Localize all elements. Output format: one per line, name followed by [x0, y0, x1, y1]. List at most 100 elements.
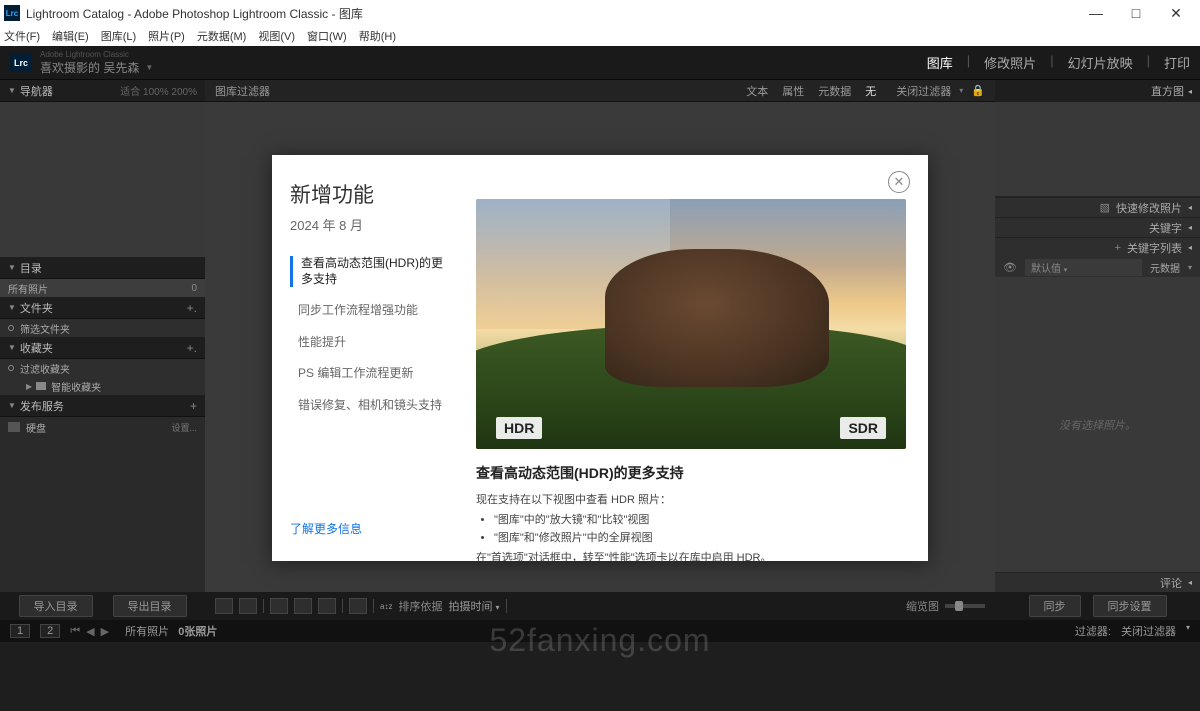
monitor-2-button[interactable]: 2 [40, 624, 60, 638]
filter-text[interactable]: 文本 [746, 83, 768, 99]
add-collection-button[interactable]: +. [187, 341, 197, 355]
publish-header[interactable]: ▼ 发布服务 + [0, 395, 205, 417]
dropdown-icon[interactable]: ▾ [1186, 623, 1190, 639]
loupe-view-button[interactable] [239, 598, 257, 614]
publish-settings-link[interactable]: 设置... [171, 421, 197, 434]
keywords-header[interactable]: 关键字 ◂ [995, 217, 1200, 237]
sort-direction-icon[interactable]: a↕z [380, 602, 392, 611]
window-minimize-button[interactable]: — [1076, 5, 1116, 21]
navigator-body [0, 102, 205, 257]
window-maximize-button[interactable]: □ [1116, 5, 1156, 21]
module-slideshow[interactable]: 幻灯片放映 [1068, 53, 1133, 72]
nav-first-icon[interactable]: ⏮ [70, 625, 80, 638]
add-icon[interactable]: + [1115, 242, 1121, 254]
compare-view-button[interactable] [270, 598, 288, 614]
nav-item-perf[interactable]: 性能提升 [290, 335, 448, 351]
navigator-header[interactable]: ▼ 导航器 适合 100% 200% [0, 80, 205, 102]
import-button[interactable]: 导入目录 [19, 595, 93, 617]
keyword-list-title: 关键字列表 [1127, 240, 1182, 256]
filter-none[interactable]: 无 [865, 83, 876, 99]
identity-plate[interactable]: 喜欢摄影的 吴先森 [40, 59, 139, 76]
thumbnail-slider[interactable] [945, 604, 985, 608]
nav-item-sync[interactable]: 同步工作流程增强功能 [290, 303, 448, 319]
quick-develop-header[interactable]: ▧ 快速修改照片 ◂ [995, 197, 1200, 217]
sync-button[interactable]: 同步 [1029, 595, 1081, 617]
disclosure-icon: ◂ [1188, 243, 1192, 252]
menu-metadata[interactable]: 元数据(M) [197, 28, 247, 44]
learn-more-link[interactable]: 了解更多信息 [290, 520, 448, 537]
module-print[interactable]: 打印 [1164, 53, 1190, 72]
histogram-body [995, 102, 1200, 197]
dialog-close-button[interactable]: ✕ [888, 171, 910, 193]
export-button[interactable]: 导出目录 [113, 595, 187, 617]
dialog-sidebar: 新增功能 2024 年 8 月 查看高动态范围(HDR)的更多支持 同步工作流程… [272, 155, 466, 561]
add-folder-button[interactable]: +. [187, 301, 197, 315]
sync-settings-button[interactable]: 同步设置 [1093, 595, 1167, 617]
collapse-icon: ▧ [1100, 201, 1110, 214]
menu-library[interactable]: 图库(L) [101, 28, 136, 44]
sort-field-dropdown[interactable]: 拍摄时间 ▾ [448, 598, 499, 614]
folders-header[interactable]: ▼ 文件夹 +. [0, 297, 205, 319]
grid-view-button[interactable] [215, 598, 233, 614]
survey-view-button[interactable] [294, 598, 312, 614]
metadata-header[interactable]: 👁 默认值 ▾ 元数据 ▾ [995, 257, 1200, 277]
monitor-1-button[interactable]: 1 [10, 624, 30, 638]
filter-bar-label: 图库过滤器 [215, 83, 270, 99]
nav-item-hdr[interactable]: 查看高动态范围(HDR)的更多支持 [290, 256, 448, 287]
lrc-badge: Lrc [10, 54, 32, 72]
module-library[interactable]: 图库 [927, 53, 953, 72]
disclosure-icon: ◂ [1188, 87, 1192, 96]
publish-hard-drive[interactable]: 硬盘 设置... [0, 417, 205, 437]
nav-item-ps[interactable]: PS 编辑工作流程更新 [290, 366, 448, 382]
filmstrip-area[interactable] [0, 642, 1200, 683]
feature-bullet-list: "图库"中的"放大镜"和"比较"视图 "图库"和"修改照片"中的全屏视图 [494, 511, 908, 545]
menu-help[interactable]: 帮助(H) [359, 28, 396, 44]
quick-develop-title: 快速修改照片 [1116, 200, 1182, 216]
collection-filter[interactable]: 过滤收藏夹 [0, 359, 205, 377]
smart-collection-row[interactable]: ▶ 智能收藏夹 [0, 377, 205, 395]
menu-photo[interactable]: 照片(P) [148, 28, 185, 44]
disclosure-icon: ▼ [8, 263, 16, 272]
menu-view[interactable]: 视图(V) [258, 28, 295, 44]
painter-tool[interactable] [349, 598, 367, 614]
dropdown-icon[interactable]: ▾ [959, 86, 963, 95]
smart-collection-label: 智能收藏夹 [51, 379, 101, 394]
module-develop[interactable]: 修改照片 [984, 53, 1036, 72]
catalog-all-photos[interactable]: 所有照片 0 [0, 279, 205, 297]
nav-next-icon[interactable]: ▶ [101, 625, 109, 638]
menu-edit[interactable]: 编辑(E) [52, 28, 89, 44]
comments-header[interactable]: 评论 ◂ [995, 572, 1200, 592]
status-close-filter[interactable]: 关闭过滤器 [1121, 623, 1176, 639]
search-icon [8, 365, 14, 371]
breadcrumb[interactable]: 所有照片 0张照片 [125, 623, 217, 639]
nav-item-bugfix[interactable]: 错误修复、相机和镜头支持 [290, 398, 448, 414]
filter-attr[interactable]: 属性 [782, 83, 804, 99]
close-filter-dropdown[interactable]: 关闭过滤器 [896, 83, 951, 99]
disclosure-icon: ◂ [1188, 223, 1192, 232]
folder-icon [36, 382, 46, 390]
metadata-preset-dropdown[interactable]: 默认值 ▾ [1025, 259, 1142, 276]
navigator-zoom[interactable]: 适合 100% 200% [120, 83, 197, 98]
eye-icon[interactable]: 👁 [1003, 261, 1017, 274]
people-view-button[interactable] [318, 598, 336, 614]
window-close-button[interactable]: ✕ [1156, 5, 1196, 22]
hdr-badge: HDR [496, 417, 542, 439]
collections-header[interactable]: ▼ 收藏夹 +. [0, 337, 205, 359]
identity-dropdown-icon[interactable]: ▼ [145, 63, 153, 72]
filter-meta[interactable]: 元数据 [818, 83, 851, 99]
nav-prev-icon[interactable]: ◀ [86, 625, 94, 638]
histogram-header[interactable]: 直方图 ◂ [995, 80, 1200, 102]
right-panel: 直方图 ◂ ▧ 快速修改照片 ◂ 关键字 ◂ + 关键字列表 ◂ 👁 默认值 ▾… [995, 80, 1200, 620]
catalog-header[interactable]: ▼ 目录 [0, 257, 205, 279]
window-titlebar: Lrc Lightroom Catalog - Adobe Photoshop … [0, 0, 1200, 26]
keyword-list-header[interactable]: + 关键字列表 ◂ [995, 237, 1200, 257]
lock-icon[interactable]: 🔒 [971, 84, 985, 97]
menu-window[interactable]: 窗口(W) [307, 28, 347, 44]
collection-filter-label: 过滤收藏夹 [20, 361, 70, 376]
folder-filter[interactable]: 筛选文件夹 [0, 319, 205, 337]
menu-file[interactable]: 文件(F) [4, 28, 40, 44]
dialog-subtitle: 2024 年 8 月 [290, 215, 448, 234]
disclosure-icon: ▼ [8, 303, 16, 312]
feature-note: 在"首选项"对话框中，转至"性能"选项卡以在库中启用 HDR。 [476, 549, 908, 561]
add-publish-button[interactable]: + [190, 399, 197, 413]
